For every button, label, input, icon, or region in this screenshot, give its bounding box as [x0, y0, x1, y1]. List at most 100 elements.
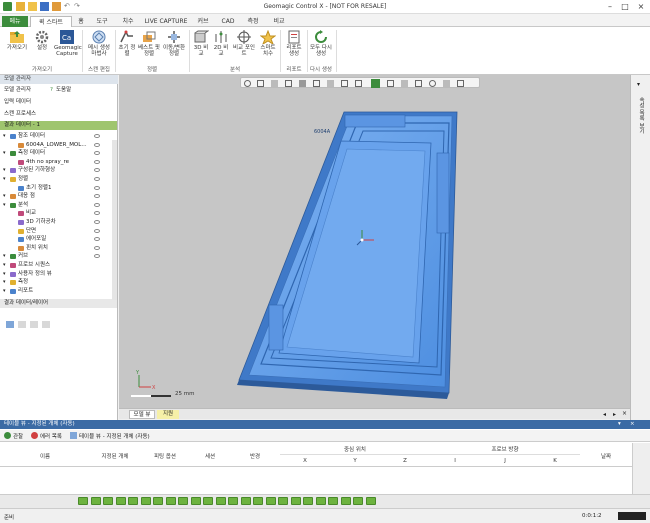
visibility-eye-icon[interactable] — [94, 228, 100, 233]
lasso-icon[interactable] — [299, 80, 306, 87]
capture-button[interactable]: Ca Geomagic Capture — [54, 30, 82, 57]
col-date[interactable]: 날짜 — [580, 452, 632, 460]
minimize-button[interactable]: – — [603, 1, 617, 12]
layer-add-icon[interactable] — [6, 321, 14, 328]
tab-tools[interactable]: 도구 — [90, 16, 114, 27]
visibility-eye-icon[interactable] — [94, 134, 100, 138]
fit-view-icon[interactable] — [271, 80, 278, 87]
selection-filter-icon[interactable] — [353, 497, 363, 505]
selection-filter-icon[interactable] — [340, 497, 351, 505]
visibility-eye-icon[interactable] — [94, 194, 100, 199]
compare-2d-button[interactable]: 2D 비교 — [212, 30, 230, 57]
lighting-icon[interactable] — [415, 80, 422, 87]
tab-observe[interactable]: 관찰 — [13, 432, 23, 440]
import-button[interactable]: 가져오기 — [4, 30, 30, 51]
view-cube-icon[interactable] — [257, 80, 264, 87]
tab-table-view[interactable]: 테이블 뷰 - 지정된 개체 (자동) — [79, 432, 150, 440]
selection-filter-icon[interactable] — [240, 497, 251, 505]
col-probe-k[interactable]: K — [530, 458, 580, 464]
selection-filter-icon[interactable] — [365, 497, 376, 505]
brush-icon[interactable] — [313, 80, 320, 87]
section-view-icon[interactable] — [401, 80, 408, 87]
visibility-eye-icon[interactable] — [94, 185, 100, 190]
visibility-eye-icon[interactable] — [94, 237, 100, 242]
visibility-eye-icon[interactable] — [94, 151, 100, 156]
tab-close-icon[interactable]: × — [622, 410, 627, 417]
selection-filter-icon[interactable] — [140, 497, 151, 505]
col-probe-i[interactable]: I — [430, 458, 480, 464]
tab-model-view[interactable]: 모델 뷰 — [129, 410, 155, 419]
compare-3d-button[interactable]: 3D 비교 — [192, 30, 210, 57]
visibility-eye-icon[interactable] — [94, 245, 100, 250]
wireframe-icon[interactable] — [387, 80, 394, 87]
cursor-icon[interactable] — [341, 80, 348, 87]
table-scrollbar[interactable] — [632, 443, 650, 494]
selection-filter-icon[interactable] — [165, 497, 176, 505]
tree-item[interactable]: ▾ 리포트 — [0, 287, 117, 296]
selection-filter-icon[interactable] — [253, 497, 263, 505]
mesh-wizard-button[interactable]: 메시 생성 마법사 — [86, 30, 112, 57]
visibility-eye-icon[interactable] — [94, 142, 100, 147]
col-session[interactable]: 세션 — [190, 452, 230, 460]
col-center-position[interactable]: 중심 위치 — [280, 445, 430, 453]
selection-filter-icon[interactable] — [78, 497, 88, 505]
subtab-help[interactable]: 도움말 — [56, 86, 71, 95]
camera-icon[interactable] — [429, 80, 436, 87]
selection-filter-icon[interactable] — [303, 497, 313, 505]
selection-filter-icon[interactable] — [215, 497, 226, 505]
col-center-x[interactable]: X — [280, 458, 330, 464]
section-result-layers[interactable]: 결과 데이터/레이어 — [0, 299, 117, 308]
visibility-eye-icon[interactable] — [94, 159, 100, 164]
pin-icon[interactable]: ▾ — [637, 81, 640, 88]
tab-compare[interactable]: 비교 — [268, 16, 290, 27]
tree-scrollbar[interactable] — [112, 140, 117, 300]
select-icon[interactable] — [285, 80, 292, 87]
subtab-model-manager[interactable]: 모델 관리자 — [4, 86, 31, 95]
section-result-data[interactable]: 결과 데이터 - 1 — [0, 121, 117, 130]
selection-filter-icon[interactable] — [115, 497, 126, 505]
render-mode-icon[interactable] — [371, 79, 380, 88]
arrow-icon[interactable] — [355, 80, 362, 87]
pane-close-icon[interactable]: × — [630, 420, 635, 429]
layer-copy-icon[interactable] — [18, 321, 26, 328]
report-create-button[interactable]: 리포트 생성 — [284, 30, 304, 57]
smart-dimension-button[interactable]: 스마트 치수 — [258, 30, 278, 57]
selection-filter-icon[interactable] — [265, 497, 276, 505]
pane-pin-icon[interactable]: ▾ — [618, 420, 621, 429]
tab-next-icon[interactable]: ▸ — [613, 411, 616, 418]
selection-filter-icon[interactable] — [203, 497, 213, 505]
selection-filter-icon[interactable] — [290, 497, 301, 505]
selection-filter-icon[interactable] — [190, 497, 201, 505]
maximize-button[interactable]: □ — [618, 1, 632, 12]
selection-filter-icon[interactable] — [315, 497, 326, 505]
visibility-eye-icon[interactable] — [94, 202, 100, 207]
expand-icon[interactable]: ▾ — [3, 287, 6, 296]
tab-cad[interactable]: CAD — [218, 16, 238, 27]
model-viewport[interactable]: 6004A Y X 25 mm — [119, 75, 630, 408]
visibility-eye-icon[interactable] — [94, 220, 100, 224]
col-center-y[interactable]: Y — [330, 458, 380, 464]
selection-filter-icon[interactable] — [128, 497, 138, 505]
tab-live-capture[interactable]: LIVE CAPTURE — [144, 16, 188, 27]
best-fit-align-button[interactable]: 베스트 핏 정렬 — [138, 30, 160, 57]
visibility-eye-icon[interactable] — [94, 177, 100, 181]
selection-filter-icon[interactable] — [328, 497, 338, 505]
initial-align-button[interactable]: 초기 정렬 — [118, 30, 136, 57]
selection-filter-icon[interactable] — [103, 497, 113, 505]
col-center-z[interactable]: Z — [380, 458, 430, 464]
tab-dimension[interactable]: 치수 — [116, 16, 140, 27]
tab-error-list[interactable]: 에러 목록 — [40, 432, 62, 440]
tab-curve[interactable]: 커브 — [192, 16, 214, 27]
more-tools-icon[interactable] — [457, 80, 464, 87]
col-assigned-object[interactable]: 지정된 개체 — [90, 452, 140, 460]
layer-delete-icon[interactable] — [42, 321, 50, 328]
section-scan-process[interactable]: 스캔 프로세스 — [0, 110, 117, 119]
tab-measure[interactable]: 측정 — [242, 16, 264, 27]
selection-filter-icon[interactable] — [278, 497, 288, 505]
regenerate-all-button[interactable]: 모두 다시 생성 — [310, 30, 332, 57]
window-select-icon[interactable] — [327, 80, 334, 87]
section-input-data[interactable]: 입력 데이터 — [0, 98, 117, 107]
model-render[interactable]: 6004A Y X — [119, 75, 630, 408]
transform-align-button[interactable]: 이동/변환 정렬 — [162, 30, 186, 57]
col-radius[interactable]: 반경 — [230, 452, 280, 460]
